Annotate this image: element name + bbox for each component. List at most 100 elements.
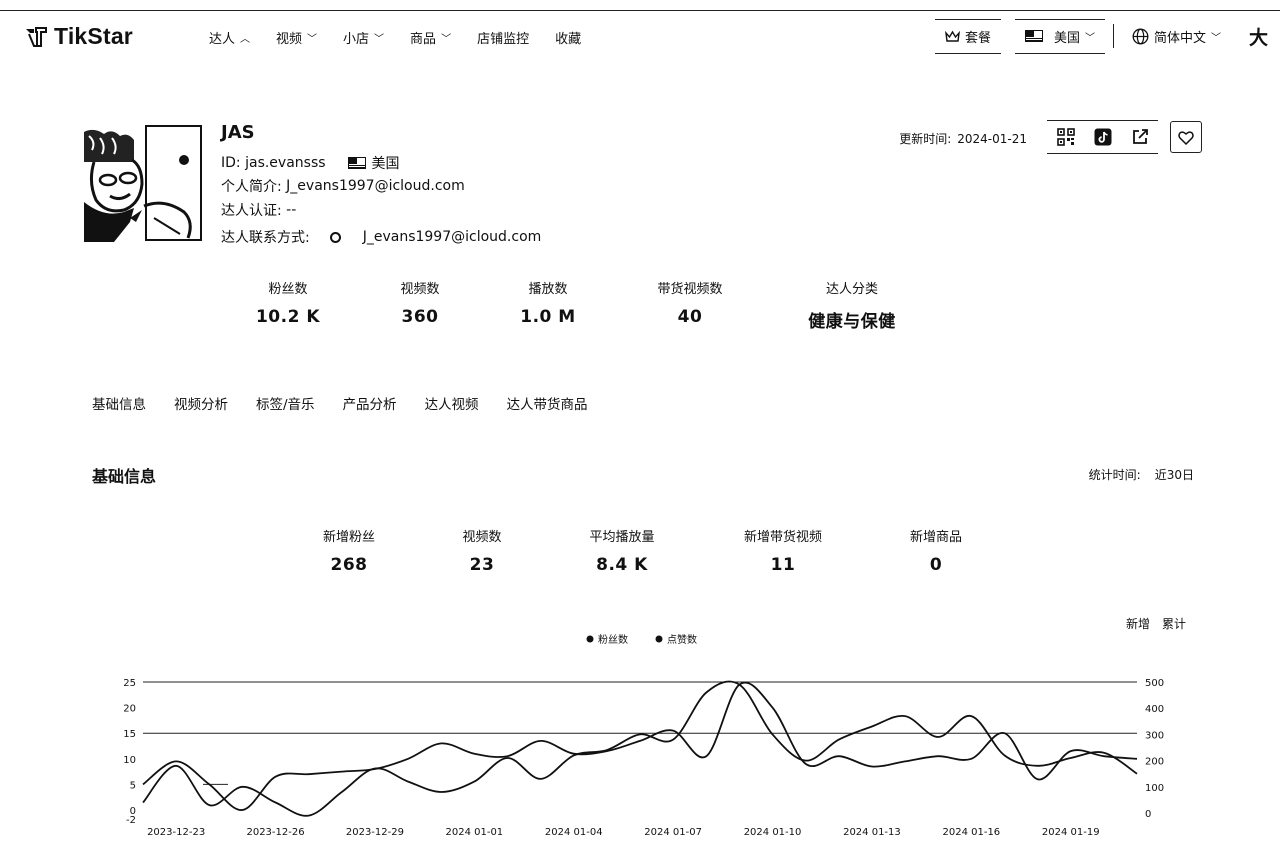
legend-label: 点赞数: [667, 633, 697, 646]
legend-label: 粉丝数: [598, 633, 628, 646]
tiktok-icon[interactable]: [1094, 128, 1112, 146]
y-left-tick-label: 20: [123, 704, 136, 715]
stat-value: 360: [401, 307, 439, 327]
language-select[interactable]: 简体中文 ﹀: [1122, 21, 1231, 52]
stat-label: 带货视频数: [657, 282, 723, 297]
nav-item-store-monitor[interactable]: 店铺监控: [477, 28, 529, 47]
nav-item-favorites[interactable]: 收藏: [555, 28, 581, 47]
chevron-down-icon: ﹀: [441, 34, 452, 45]
external-link-icon[interactable]: [1131, 128, 1149, 146]
section-title: 基础信息: [92, 467, 157, 486]
bio-label: 个人简介:: [221, 179, 282, 195]
email-icon: [329, 231, 341, 243]
chevron-up-icon: ︿: [240, 34, 251, 45]
y-left-tick-label: 25: [123, 678, 136, 689]
x-tick-label: 2024 01-01: [445, 827, 503, 838]
y-right-tick-label: 0: [1145, 809, 1151, 820]
profile-id: jas.evansss: [245, 155, 326, 171]
nav-item-video[interactable]: 视频 ﹀: [276, 28, 317, 47]
nav-item-label: 小店: [343, 32, 370, 47]
nav-item-shop[interactable]: 小店 ﹀: [343, 28, 384, 47]
stat-value: 10.2 K: [255, 307, 321, 327]
stat-label: 新增带货视频: [743, 530, 823, 545]
stat-label: 达人分类: [825, 282, 878, 297]
y-left-tick-label: -2: [126, 815, 136, 826]
globe-icon: [1132, 28, 1149, 44]
favorite-button[interactable]: [1170, 121, 1202, 153]
legend-marker: [586, 635, 594, 643]
stat-time-value[interactable]: 近30日: [1155, 468, 1194, 482]
trend-chart: 2520151050-250040030020010002023-12-23 20…: [123, 633, 1164, 838]
stat-value: 268: [330, 555, 368, 575]
stat-value: 健康与保健: [808, 312, 896, 332]
logo[interactable]: TikStar: [24, 23, 133, 50]
stat-value: 40: [677, 307, 703, 327]
series-line-followers: [142, 681, 1138, 811]
tab-creator-products[interactable]: 达人带货商品: [507, 393, 588, 413]
stat-label: 播放数: [528, 282, 568, 297]
stat-followers: 粉丝数 10.2 K: [256, 278, 320, 327]
language-label: 简体中文: [1153, 30, 1206, 46]
profile-verify: --: [286, 202, 297, 218]
x-tick-label: 2024 01-04: [545, 827, 603, 838]
profile-stats: 粉丝数 10.2 K 视频数 360 播放数 1.0 M 带货视频数 40 达人分类健康…: [0, 278, 1280, 338]
stat-label: 新增粉丝: [322, 530, 376, 545]
series-line-likes: [142, 680, 1138, 817]
font-size-toggle[interactable]: 大: [1249, 23, 1268, 50]
stat-avg-plays: 平均播放量 8.4 K: [589, 526, 654, 575]
region-select[interactable]: 美国 ﹀: [1014, 18, 1105, 54]
stat-plays: 播放数 1.0 M: [520, 278, 575, 327]
stat-new-commerce-videos: 新增带货视频 11: [744, 526, 822, 575]
profile-id-row: ID: jas.evansss 美国: [221, 153, 400, 173]
stat-label: 粉丝数: [268, 282, 308, 297]
us-flag-icon: [1024, 30, 1043, 42]
nav-item-label: 达人: [209, 32, 236, 47]
update-date: 2024-01-21: [957, 132, 1027, 146]
stat-label: 视频数: [400, 282, 440, 297]
nav-menu: 达人 ︿ 视频 ﹀ 小店 ﹀ 商品 ﹀ 店铺监控 收藏: [209, 28, 607, 47]
profile-name: JAS: [221, 122, 255, 143]
region-label: 美国: [1053, 30, 1080, 46]
y-right-tick-label: 100: [1145, 783, 1164, 794]
stat-value: 8.4 K: [596, 555, 648, 575]
contact-label: 达人联系方式:: [221, 230, 310, 246]
qr-code-icon[interactable]: [1056, 128, 1075, 146]
plan-label: 套餐: [964, 30, 991, 46]
stat-label: 视频数: [462, 530, 502, 545]
x-tick-label: 2023-12-26: [246, 827, 304, 838]
y-right-tick-label: 400: [1145, 704, 1164, 715]
verify-label: 达人认证:: [221, 203, 282, 219]
tab-basic-info[interactable]: 基础信息: [92, 393, 146, 413]
logo-icon: [26, 26, 47, 47]
tab-product-analysis[interactable]: 产品分析: [343, 393, 397, 413]
detail-tabs: 基础信息 视频分析 标签/音乐 产品分析 达人视频 达人带货商品: [92, 393, 616, 413]
stat-value: 0: [929, 555, 943, 575]
nav-item-label: 店铺监控: [477, 32, 530, 47]
top-nav: TikStar 达人 ︿ 视频 ﹀ 小店 ﹀ 商品 ﹀ 店铺监控 收藏 套餐 美国 ﹀ …: [0, 11, 1280, 61]
logo-text: TikStar: [54, 23, 133, 49]
chevron-down-icon: ﹀: [1210, 32, 1221, 44]
profile-bio: J_evans1997@icloud.com: [286, 178, 465, 194]
stat-new-followers: 新增粉丝 268: [323, 526, 375, 575]
plan-button[interactable]: 套餐: [934, 18, 1001, 54]
nav-item-daren[interactable]: 达人 ︿: [209, 28, 250, 47]
profile-country: 美国: [371, 156, 400, 172]
stat-videos: 视频数 360: [400, 278, 439, 327]
tab-tags-music[interactable]: 标签/音乐: [256, 393, 315, 413]
legend-marker: [655, 635, 663, 643]
y-left-tick-label: 10: [123, 755, 136, 766]
x-tick-label: 2024 01-07: [644, 827, 702, 838]
x-tick-label: 2024 01-13: [843, 827, 901, 838]
stat-time-filter[interactable]: 统计时间: 近30日: [1089, 466, 1194, 483]
tab-creator-videos[interactable]: 达人视频: [425, 393, 479, 413]
stat-label: 新增商品: [909, 530, 963, 545]
update-time: 更新时间: 2024-01-21: [899, 130, 1027, 147]
stat-label: 平均播放量: [589, 530, 655, 545]
nav-item-product[interactable]: 商品 ﹀: [410, 28, 451, 47]
crown-icon: [944, 30, 960, 42]
stat-new-products: 新增商品 0: [910, 526, 962, 575]
stat-category: 达人分类 健康与保健: [808, 278, 896, 332]
profile-contact[interactable]: J_evans1997@icloud.com: [363, 229, 542, 245]
tab-video-analysis[interactable]: 视频分析: [174, 393, 228, 413]
stat-commerce-videos: 带货视频数 40: [657, 278, 722, 327]
